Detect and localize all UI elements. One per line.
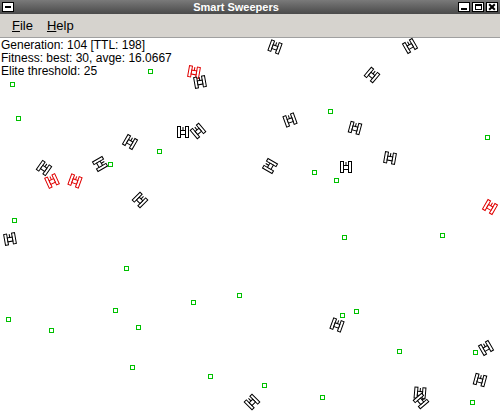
mine-icon xyxy=(16,116,21,121)
mine-icon xyxy=(485,135,490,140)
sweeper-icon xyxy=(130,190,150,210)
mine-icon xyxy=(320,395,325,400)
sweeper-icon xyxy=(66,172,84,190)
mine-icon xyxy=(6,317,11,322)
mine-icon xyxy=(191,300,196,305)
sweeper-icon xyxy=(382,150,398,166)
mine-icon xyxy=(113,308,118,313)
mine-icon xyxy=(312,170,317,175)
menu-bar: File Help xyxy=(0,14,500,38)
app-menu-icon[interactable] xyxy=(2,2,14,12)
mine-icon xyxy=(157,149,162,154)
mine-icon xyxy=(397,349,402,354)
sweeper-icon xyxy=(339,160,353,174)
sweeper-icon xyxy=(362,65,382,85)
sweeper-icon xyxy=(176,125,190,139)
sweeper-icon xyxy=(471,371,488,388)
close-icon[interactable] xyxy=(486,2,498,12)
minimize-icon[interactable] xyxy=(458,2,470,12)
sweeper-icon xyxy=(346,119,363,136)
sweeper-icon xyxy=(90,154,109,173)
window-title: Smart Sweepers xyxy=(14,0,458,14)
sweeper-icon xyxy=(480,197,499,216)
mine-icon xyxy=(262,383,267,388)
mine-icon xyxy=(237,293,242,298)
sweeper-icon xyxy=(242,392,262,412)
sweeper-icon xyxy=(476,338,495,357)
sweeper-icon xyxy=(120,132,139,151)
sweeper-icon xyxy=(260,156,279,175)
sweeper-icon xyxy=(188,121,208,141)
mine-icon xyxy=(473,350,478,355)
mine-icon xyxy=(342,235,347,240)
maximize-icon[interactable] xyxy=(472,2,484,12)
mine-icon xyxy=(108,162,113,167)
mine-icon xyxy=(130,365,135,370)
mine-icon xyxy=(208,374,213,379)
title-bar: Smart Sweepers xyxy=(0,0,500,14)
sweeper-icon xyxy=(192,74,208,90)
mine-icon xyxy=(340,313,345,318)
mine-icon xyxy=(148,69,153,74)
mine-icon xyxy=(354,309,359,314)
sweeper-icon xyxy=(328,316,346,334)
mine-icon xyxy=(440,233,445,238)
mine-icon xyxy=(12,218,17,223)
mine-icon xyxy=(10,82,15,87)
sweeper-icon xyxy=(266,38,284,56)
stats-panel: Generation: 104 [TTL: 198]Fitness: best:… xyxy=(0,38,500,78)
mine-icon xyxy=(49,328,54,333)
mine-icon xyxy=(334,178,339,183)
menu-item[interactable]: File xyxy=(12,16,33,36)
stat-line: Fitness: best: 30, avge: 16.0667 xyxy=(1,52,499,65)
mine-icon xyxy=(470,400,475,405)
game-canvas: Generation: 104 [TTL: 198]Fitness: best:… xyxy=(0,38,500,416)
stat-line: Elite threshold: 25 xyxy=(1,65,499,78)
sweeper-icon xyxy=(2,231,18,247)
mine-icon xyxy=(136,325,141,330)
sweeper-icon xyxy=(281,111,299,129)
stat-line: Generation: 104 [TTL: 198] xyxy=(1,39,499,52)
mine-icon xyxy=(328,109,333,114)
sweeper-icon xyxy=(34,158,53,177)
sweeper-icon xyxy=(400,36,419,55)
menu-item[interactable]: Help xyxy=(47,16,74,36)
mine-icon xyxy=(124,266,129,271)
app-window: Smart SweepersFileHelpGeneration: 104 [T… xyxy=(0,0,500,416)
